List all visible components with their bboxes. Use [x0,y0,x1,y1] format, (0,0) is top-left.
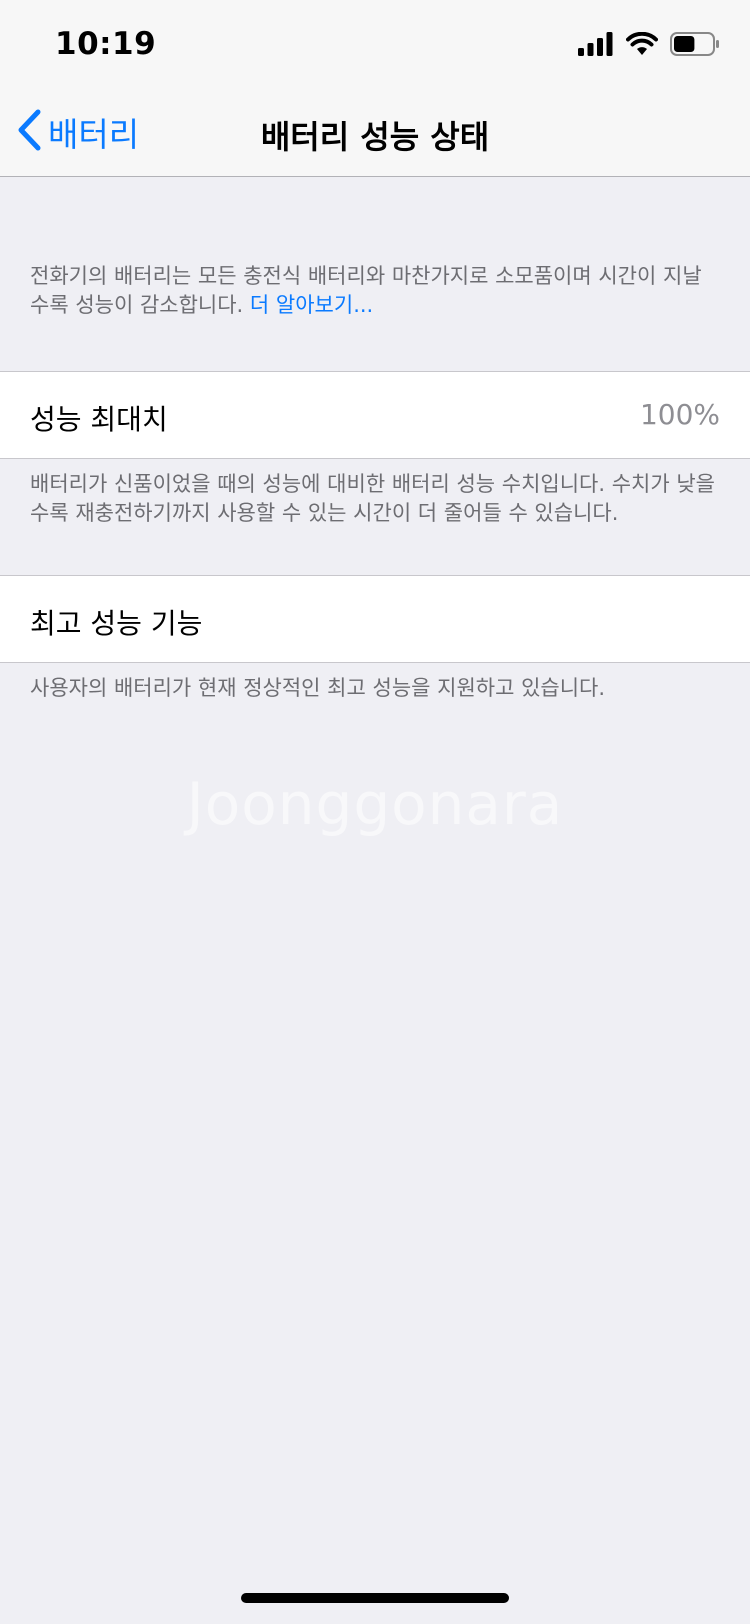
max-capacity-label: 성능 최대치 [30,403,168,436]
wifi-icon [626,31,658,60]
max-capacity-value: 100% [639,398,720,431]
status-time: 10:19 [55,26,157,62]
status-bar: 10:19 [0,0,750,92]
navigation-bar: 배터리 배터리 성능 상태 [0,92,750,177]
peak-performance-row: 최고 성능 기능 [0,575,750,663]
battery-icon [670,32,720,60]
max-capacity-row: 성능 최대치 100% [0,371,750,459]
learn-more-link[interactable]: 더 알아보기... [250,293,373,317]
peak-performance-footer: 사용자의 배터리가 현재 정상적인 최고 성능을 지원하고 있습니다. [30,676,606,700]
status-icons [578,31,720,60]
intro-description: 전화기의 배터리는 모든 충전식 배터리와 마찬가지로 소모품이며 시간이 지날… [30,262,720,320]
peak-performance-label: 최고 성능 기능 [30,607,203,640]
home-indicator[interactable] [241,1593,509,1603]
page-title: 배터리 성능 상태 [260,118,490,156]
signal-icon [578,32,614,60]
watermark: Joonggonara [186,770,564,838]
max-capacity-footer: 배터리가 신품이었을 때의 성능에 대비한 배터리 성능 수치입니다. 수치가 … [30,472,715,525]
